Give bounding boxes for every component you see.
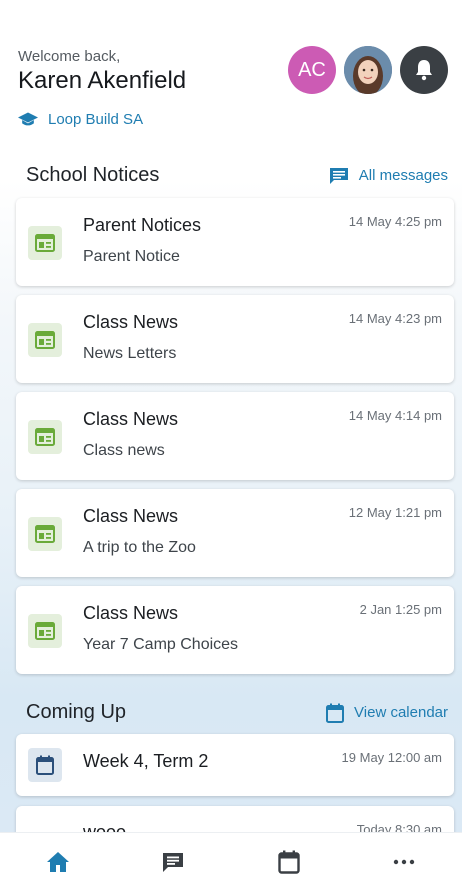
notice-title: Class News xyxy=(83,506,179,526)
nav-calendar[interactable] xyxy=(259,842,319,882)
avatar-group: AC xyxy=(288,46,448,94)
notice-time: 14 May 4:25 pm xyxy=(348,214,442,229)
notice-subtitle: Year 7 Camp Choices xyxy=(83,636,239,653)
avatar-initials[interactable]: AC xyxy=(288,46,336,94)
calendar-icon xyxy=(326,703,345,723)
notice-title: Class News xyxy=(83,603,179,623)
event-time: 19 May 12:00 am xyxy=(341,750,442,765)
notice-card[interactable]: Class News Class news 14 May 4:14 pm xyxy=(16,392,454,480)
notice-subtitle: A trip to the Zoo xyxy=(83,539,196,556)
notice-card[interactable]: Parent Notices Parent Notice 14 May 4:25… xyxy=(16,198,454,286)
notices-title: School Notices xyxy=(26,164,160,186)
newspaper-icon xyxy=(28,517,62,551)
notice-time: 12 May 1:21 pm xyxy=(348,505,442,520)
newspaper-icon xyxy=(28,323,62,357)
view-calendar-link[interactable]: View calendar xyxy=(326,703,448,723)
notice-card[interactable]: Class News Year 7 Camp Choices 2 Jan 1:2… xyxy=(16,586,454,674)
notice-card[interactable]: Class News News Letters 14 May 4:23 pm xyxy=(16,295,454,383)
event-title: Week 4, Term 2 xyxy=(83,751,209,771)
notice-title: Class News xyxy=(83,312,179,332)
notice-subtitle: News Letters xyxy=(83,345,177,362)
school-selector[interactable]: Loop Build SA xyxy=(18,111,448,128)
nav-home[interactable] xyxy=(28,842,88,882)
all-messages-label: All messages xyxy=(358,167,448,184)
view-calendar-label: View calendar xyxy=(354,704,448,721)
notice-time: 14 May 4:14 pm xyxy=(348,408,442,423)
newspaper-icon xyxy=(28,420,62,454)
newspaper-icon xyxy=(28,226,62,260)
notice-time: 14 May 4:23 pm xyxy=(348,311,442,326)
notice-time: 2 Jan 1:25 pm xyxy=(359,602,442,617)
school-name: Loop Build SA xyxy=(48,111,144,128)
calendar-icon xyxy=(278,850,300,874)
bottom-nav xyxy=(0,832,462,890)
notice-subtitle: Parent Notice xyxy=(83,248,180,265)
notice-card[interactable]: Class News A trip to the Zoo 12 May 1:21… xyxy=(16,489,454,577)
bell-icon xyxy=(416,60,432,81)
child-photo-icon xyxy=(344,46,392,94)
nav-more[interactable] xyxy=(374,842,434,882)
home-icon xyxy=(46,851,69,872)
notices-header: School Notices All messages xyxy=(26,164,448,187)
coming-up-title: Coming Up xyxy=(26,701,127,723)
messages-icon xyxy=(163,852,184,872)
graduation-cap-icon xyxy=(18,112,38,125)
coming-up-header: Coming Up View calendar xyxy=(26,701,448,724)
event-card[interactable]: Week 4, Term 2 19 May 12:00 am xyxy=(16,734,454,796)
calendar-icon xyxy=(28,748,62,782)
more-icon xyxy=(394,859,415,864)
all-messages-link[interactable]: All messages xyxy=(329,167,448,185)
notice-title: Class News xyxy=(83,409,179,429)
notice-title: Parent Notices xyxy=(83,215,202,235)
newspaper-icon xyxy=(28,614,62,648)
nav-messages[interactable] xyxy=(143,842,203,882)
avatar-photo[interactable] xyxy=(344,46,392,94)
message-icon xyxy=(329,167,348,184)
notice-subtitle: Class news xyxy=(83,442,165,459)
notifications-button[interactable] xyxy=(400,46,448,94)
